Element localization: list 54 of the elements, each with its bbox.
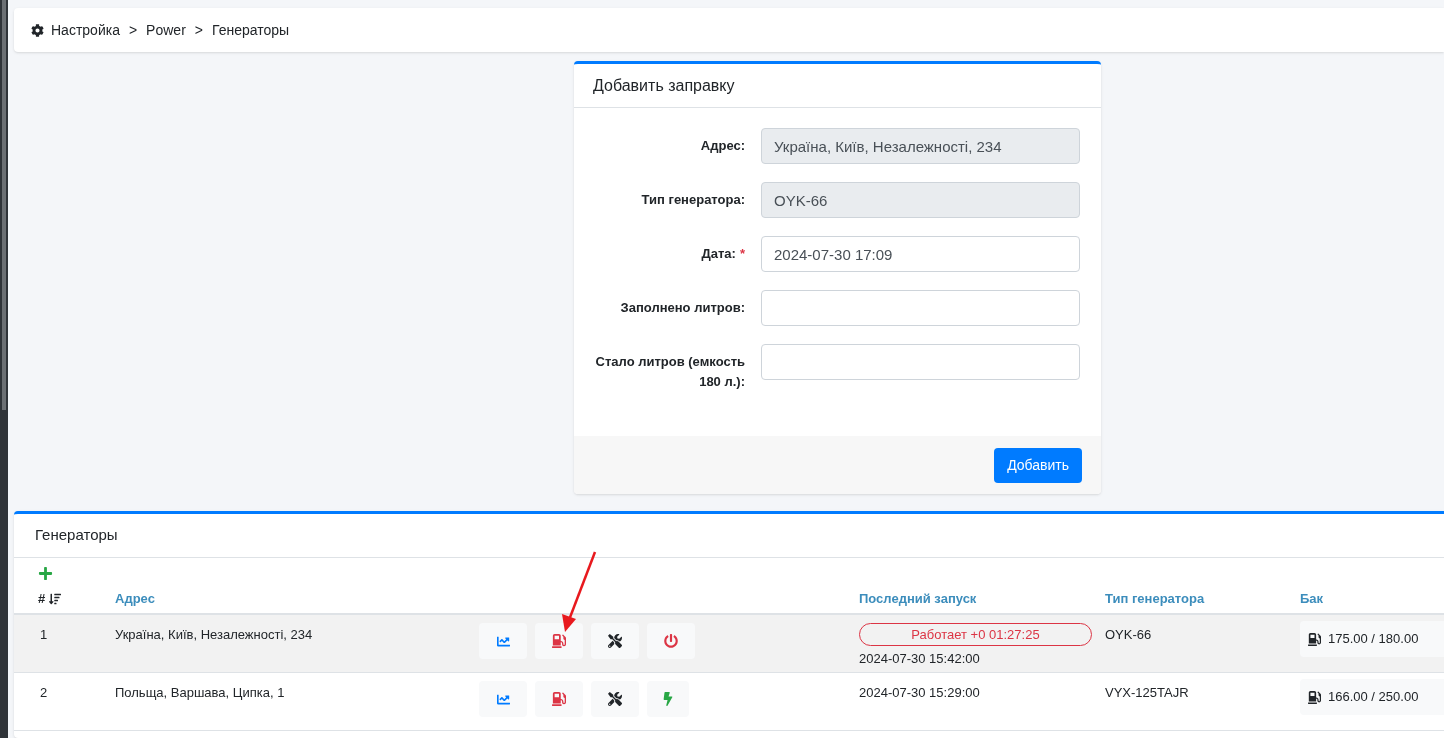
table-cell-text: Польща, Варшава, Ципка, 1: [115, 684, 286, 702]
refuel-button[interactable]: [535, 681, 583, 717]
field-label: Заполнено литров:: [619, 299, 745, 317]
field-label: Дата: *: [700, 245, 745, 263]
card-title: Добавить заправку: [574, 64, 1101, 108]
table-cell-text: 2024-07-30 15:29:00: [859, 684, 981, 702]
maintenance-button[interactable]: [591, 623, 639, 659]
table-cell-text: 2: [39, 684, 49, 702]
fuel-pump-icon: [1308, 690, 1321, 704]
card-title: Генераторы: [14, 514, 1444, 558]
chart-button[interactable]: [479, 681, 527, 717]
input-field[interactable]: [761, 344, 1080, 380]
refuel-button[interactable]: [535, 623, 583, 659]
chart-icon: [496, 634, 510, 648]
tank-level: 166.00 / 250.00: [1300, 679, 1444, 715]
field-label: Стало литров (емкость 180 л.):: [594, 353, 745, 391]
power-icon: [664, 634, 678, 648]
input-field[interactable]: 2024-07-30 17:09: [761, 236, 1080, 272]
settings-icon: [31, 23, 44, 37]
fuel-pump-icon: [552, 692, 566, 706]
table-cell-text: Україна, Київ, Незалежності, 234: [115, 626, 314, 644]
add-icon[interactable]: [38, 566, 53, 581]
breadcrumb-item: Генераторы: [212, 20, 290, 40]
table-cell-text: VYX-125TAJR: [1105, 684, 1190, 702]
add-button[interactable]: Добавить: [994, 447, 1082, 483]
table-cell-text: OYK-66: [1105, 626, 1153, 644]
fuel-pump-icon: [552, 634, 566, 648]
chart-button[interactable]: [479, 623, 527, 659]
stop-button[interactable]: [647, 623, 695, 659]
column-header[interactable]: #: [38, 589, 46, 609]
breadcrumb-separator: >: [194, 20, 203, 40]
table-cell-text: 2024-07-30 15:42:00: [859, 650, 981, 668]
column-header[interactable]: Тип генератора: [1105, 589, 1300, 609]
tank-level: 175.00 / 180.00: [1300, 621, 1444, 657]
column-header[interactable]: Бак: [1300, 589, 1324, 609]
fuel-pump-icon: [1308, 632, 1321, 646]
breadcrumb-item[interactable]: Power: [146, 19, 186, 41]
table-row[interactable]: 2 Польща, Варшава, Ципка, 1 2024-07-30 15:29:00 VYX-125TAJR 166.00 / 250.00: [14, 673, 1444, 731]
maintenance-button[interactable]: [591, 681, 639, 717]
field-label: Адрес:: [699, 137, 745, 155]
chart-icon: [496, 692, 510, 706]
column-header[interactable]: Адрес: [115, 589, 859, 609]
sort-icon[interactable]: [49, 593, 62, 605]
tools-icon: [608, 634, 622, 648]
breadcrumb-item[interactable]: Настройка: [51, 19, 120, 41]
start-button[interactable]: [647, 681, 689, 717]
tools-icon: [608, 692, 622, 706]
breadcrumb-separator: >: [128, 20, 138, 40]
table-row[interactable]: 1 Україна, Київ, Незалежності, 234 Работает +0 01:27:25 2024-07-30 15:42:00 OYK-66 175.00 / 180.00: [14, 615, 1444, 673]
table-cell-text: 1: [39, 626, 49, 644]
column-header[interactable]: Последний запуск: [859, 589, 1105, 609]
field-label: Тип генератора:: [640, 191, 745, 209]
input-field[interactable]: [761, 290, 1080, 326]
lightning-icon: [661, 692, 675, 706]
